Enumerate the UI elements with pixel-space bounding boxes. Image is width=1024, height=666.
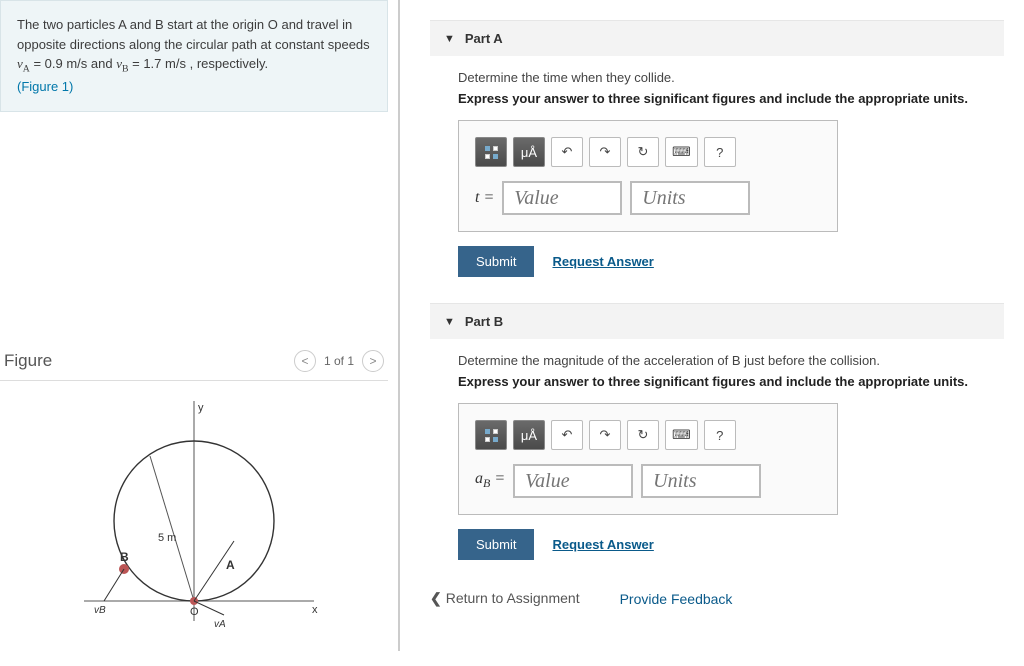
part-b-answer-panel: μÅ ↶ ↷ ↻ ⌨ ? aB = — [458, 403, 838, 515]
keyboard-button[interactable]: ⌨ — [665, 420, 698, 450]
svg-text:vA: vA — [214, 619, 226, 630]
figure-diagram: y x 5 m O B vB A vA — [0, 381, 388, 641]
keyboard-button[interactable]: ⌨ — [665, 137, 698, 167]
part-b-submit-button[interactable]: Submit — [458, 529, 534, 560]
reset-button[interactable]: ↻ — [627, 137, 659, 167]
part-b-value-input[interactable] — [513, 464, 633, 498]
part-b-var: aB = — [475, 470, 505, 491]
part-b-units-input[interactable] — [641, 464, 761, 498]
redo-button[interactable]: ↷ — [589, 137, 621, 167]
pager-prev-button[interactable]: < — [294, 350, 316, 372]
radius-label: 5 m — [158, 532, 176, 544]
special-chars-button[interactable]: μÅ — [513, 420, 545, 450]
svg-text:vB: vB — [94, 605, 106, 616]
answer-toolbar: μÅ ↶ ↷ ↻ ⌨ ? — [475, 137, 821, 167]
part-a-request-answer-link[interactable]: Request Answer — [552, 254, 653, 269]
part-b-header[interactable]: ▼ Part B — [430, 303, 1004, 339]
help-button[interactable]: ? — [704, 137, 736, 167]
reset-button[interactable]: ↻ — [627, 420, 659, 450]
problem-text: The two particles A and B start at the o… — [17, 17, 370, 52]
templates-button[interactable] — [475, 420, 507, 450]
problem-statement: The two particles A and B start at the o… — [0, 0, 388, 112]
chevron-left-icon: ❮ — [430, 590, 442, 606]
part-a: ▼ Part A Determine the time when they co… — [430, 20, 1004, 283]
redo-button[interactable]: ↷ — [589, 420, 621, 450]
part-b: ▼ Part B Determine the magnitude of the … — [430, 303, 1004, 566]
return-to-assignment-link[interactable]: ❮Return to Assignment — [430, 590, 580, 607]
part-b-title: Part B — [465, 314, 503, 329]
axis-y-label: y — [198, 402, 204, 414]
undo-button[interactable]: ↶ — [551, 420, 583, 450]
help-button[interactable]: ? — [704, 420, 736, 450]
answer-toolbar: μÅ ↶ ↷ ↻ ⌨ ? — [475, 420, 821, 450]
svg-text:A: A — [226, 558, 235, 572]
right-column: ▼ Part A Determine the time when they co… — [400, 0, 1024, 651]
part-a-value-input[interactable] — [502, 181, 622, 215]
part-a-question: Determine the time when they collide. — [458, 70, 996, 85]
caret-down-icon: ▼ — [444, 316, 455, 328]
pager-text: 1 of 1 — [324, 354, 354, 368]
part-a-header[interactable]: ▼ Part A — [430, 20, 1004, 56]
special-chars-button[interactable]: μÅ — [513, 137, 545, 167]
part-b-instruction: Express your answer to three significant… — [458, 374, 996, 389]
provide-feedback-link[interactable]: Provide Feedback — [620, 591, 733, 607]
pager-next-button[interactable]: > — [362, 350, 384, 372]
origin-label: O — [190, 606, 199, 618]
part-a-units-input[interactable] — [630, 181, 750, 215]
footer-links: ❮Return to Assignment Provide Feedback — [430, 590, 1004, 607]
part-a-var: t = — [475, 189, 494, 207]
axis-x-label: x — [312, 604, 318, 616]
svg-text:B: B — [120, 550, 129, 564]
undo-button[interactable]: ↶ — [551, 137, 583, 167]
figure-header: Figure < 1 of 1 > — [0, 342, 388, 381]
part-a-instruction: Express your answer to three significant… — [458, 91, 996, 106]
figure-link[interactable]: (Figure 1) — [17, 79, 73, 94]
left-column: The two particles A and B start at the o… — [0, 0, 400, 651]
caret-down-icon: ▼ — [444, 33, 455, 45]
part-a-answer-panel: μÅ ↶ ↷ ↻ ⌨ ? t = — [458, 120, 838, 232]
part-a-submit-button[interactable]: Submit — [458, 246, 534, 277]
templates-button[interactable] — [475, 137, 507, 167]
part-b-question: Determine the magnitude of the accelerat… — [458, 353, 996, 368]
part-b-request-answer-link[interactable]: Request Answer — [552, 537, 653, 552]
part-a-title: Part A — [465, 31, 503, 46]
figure-pager: < 1 of 1 > — [294, 350, 384, 372]
figure-title: Figure — [4, 351, 52, 371]
